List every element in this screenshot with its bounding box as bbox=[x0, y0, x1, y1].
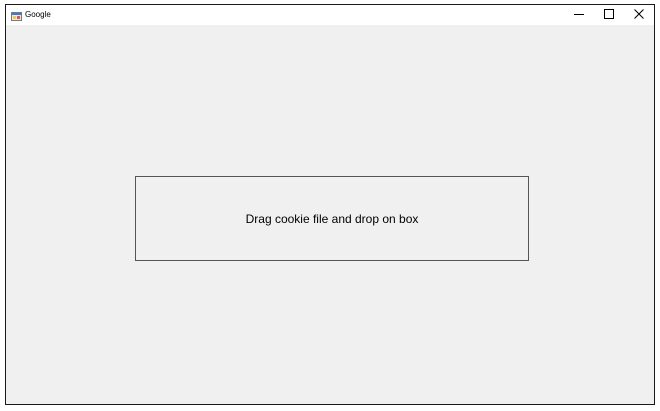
drop-box-label: Drag cookie file and drop on box bbox=[245, 211, 419, 226]
maximize-icon bbox=[604, 6, 614, 24]
app-window: Google Drag cookie file and drop on box bbox=[5, 4, 655, 405]
window-title: Google bbox=[25, 10, 51, 19]
file-drop-box[interactable]: Drag cookie file and drop on box bbox=[135, 176, 529, 261]
title-bar[interactable]: Google bbox=[6, 5, 654, 25]
client-area: Drag cookie file and drop on box bbox=[6, 25, 654, 404]
minimize-icon bbox=[574, 6, 584, 24]
close-icon bbox=[634, 6, 644, 24]
close-button[interactable] bbox=[624, 5, 654, 25]
maximize-button[interactable] bbox=[594, 5, 624, 25]
minimize-button[interactable] bbox=[564, 5, 594, 25]
app-icon bbox=[11, 9, 22, 21]
